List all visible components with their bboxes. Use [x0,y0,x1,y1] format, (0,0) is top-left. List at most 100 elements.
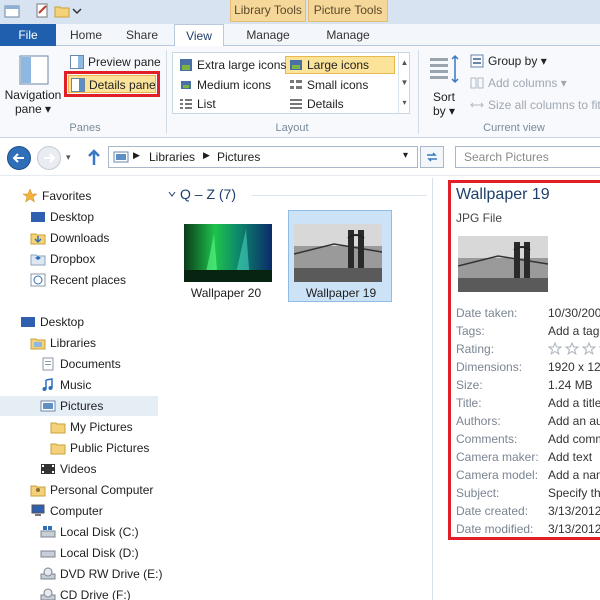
desktop-icon [21,317,35,327]
tab-home[interactable]: Home [60,24,112,46]
prop-value[interactable]: Add comments [548,430,600,448]
breadcrumb-pictures[interactable]: Pictures [217,150,260,164]
prop-value[interactable]: Add a name [548,466,600,484]
breadcrumb-separator-icon[interactable]: ▶ [203,150,210,161]
tab-manage-picture[interactable]: Manage [308,24,388,46]
add-columns-button[interactable]: Add columns ▾ [468,74,567,92]
prop-subject: Subject: Specify the subject [456,484,600,502]
add-columns-label: Add columns [488,76,558,90]
size-all-columns-label: Size all columns to fit [488,98,600,112]
layout-extra-large-icons[interactable]: Extra large icons [177,56,286,74]
user-folder-icon [30,485,46,497]
layout-large-icons[interactable]: Large icons [287,56,369,74]
address-bar[interactable]: ▶ Libraries ▶ Pictures ▾ [108,146,418,168]
layout-gallery: Extra large icons Large icons Medium ico… [172,52,410,114]
add-columns-icon [470,77,484,89]
prop-camera-maker: Camera maker: Add text [456,448,600,466]
prop-label: Size: [456,378,483,392]
nav-my-pictures-label: My Pictures [70,420,133,434]
dropbox-icon [30,254,46,266]
prop-value: 1.24 MB [548,378,593,392]
layout-details[interactable]: Details [287,95,344,113]
breadcrumb-libraries[interactable]: Libraries [149,150,195,164]
file-name: Wallpaper 20 [190,286,262,300]
details-bridge-thumbnail [458,236,548,292]
prop-value[interactable]: Add text [548,448,592,466]
breadcrumb-separator-icon[interactable]: ▶ [133,150,140,161]
file-item-wallpaper-20[interactable]: Wallpaper 20 [174,210,278,302]
recent-locations-icon[interactable]: ▾ [66,152,71,163]
group-header[interactable]: Q – Z (7) [180,186,236,202]
back-button[interactable] [7,146,31,170]
folder-icon [50,443,66,455]
layout-list[interactable]: List [177,95,216,113]
dvd-drive-icon [40,567,56,580]
file-name: Wallpaper 19 [305,286,377,300]
file-item-wallpaper-19[interactable]: Wallpaper 19 [288,210,392,302]
navigation-pane-label-1: Navigation [4,88,62,102]
tab-manage-library[interactable]: Manage [230,24,306,46]
sort-by-button[interactable]: Sort by ▾ [424,52,464,118]
customize-chevron-icon[interactable] [72,3,82,19]
prop-value[interactable]: 10/30/2008 [548,304,600,322]
preview-pane-button[interactable]: Preview pane [68,53,161,71]
properties-icon[interactable] [34,3,50,19]
nav-music-label: Music [60,378,92,392]
search-input[interactable]: Search Pictures [455,146,600,168]
recent-places-icon [30,273,46,287]
nav-libraries-label: Libraries [50,336,97,350]
title-bar: Library Tools Picture Tools [0,0,600,24]
group-header-line [252,195,427,196]
prop-label: Authors: [456,414,501,428]
prop-label: Camera maker: [456,450,539,464]
prop-value[interactable]: Specify the subject [548,484,600,502]
sort-by-icon [430,54,459,84]
layout-small-icons[interactable]: Small icons [287,76,368,94]
group-by-button[interactable]: Group by ▾ [468,52,547,70]
details-pane-splitter[interactable] [432,178,433,600]
prop-value: 3/13/2012 [548,522,600,536]
prop-value[interactable]: Add a title [548,394,600,412]
forward-arrow-icon [44,153,56,163]
extra-large-icons-label: Extra large icons [197,58,287,72]
refresh-icon [427,152,437,162]
forward-button[interactable] [37,146,61,170]
folder-window-icon[interactable] [4,3,20,19]
nav-drive-c-label: Local Disk (C:) [60,525,139,539]
layout-group-label: Layout [275,122,309,134]
downloads-folder-icon [30,233,46,245]
prop-value[interactable]: Add a tag [548,322,599,340]
layout-medium-icons[interactable]: Medium icons [177,76,271,94]
size-all-columns-button[interactable]: Size all columns to fit [468,96,600,114]
music-icon [42,378,53,391]
nav-documents-label: Documents [60,357,121,371]
panes-group-label: Panes [69,122,101,134]
picture-tools-context-tab: Picture Tools [308,0,388,22]
up-arrow-icon[interactable] [86,148,102,166]
layout-gallery-scroll[interactable]: ▲ ▼ ▾ [398,53,410,113]
size-columns-icon [470,102,484,108]
prop-label: Rating: [456,342,495,356]
prop-value: 3/13/2012 [548,504,600,518]
ribbon: Navigation pane ▾ Preview pane Details p… [0,46,600,138]
details-pane-highlight [64,71,160,97]
tab-file[interactable]: File [0,24,56,46]
navigation-pane: Favorites Desktop Downloads Dropbox Rece… [0,178,162,600]
nav-drive-f-label: CD Drive (F:) [60,588,131,600]
nav-favorite-downloads-label: Downloads [50,231,110,245]
details-label: Details [307,97,344,111]
new-folder-icon[interactable] [54,3,70,19]
prop-value[interactable]: Add an author [548,412,600,430]
rating-stars-icon[interactable] [548,342,600,356]
tab-view[interactable]: View [174,24,224,47]
navigation-pane-button[interactable]: Navigation pane ▾ [4,50,62,116]
refresh-button[interactable] [420,146,444,168]
videos-icon [41,464,55,474]
prop-label: Date modified: [456,522,534,536]
tab-share[interactable]: Share [116,24,168,46]
nav-public-pictures-label: Public Pictures [70,441,150,455]
collapse-group-icon[interactable] [168,190,176,198]
nav-computer-label: Computer [50,504,103,518]
address-dropdown-icon[interactable]: ▾ [403,150,408,161]
sort-by-label-2: by ▾ [432,104,456,118]
